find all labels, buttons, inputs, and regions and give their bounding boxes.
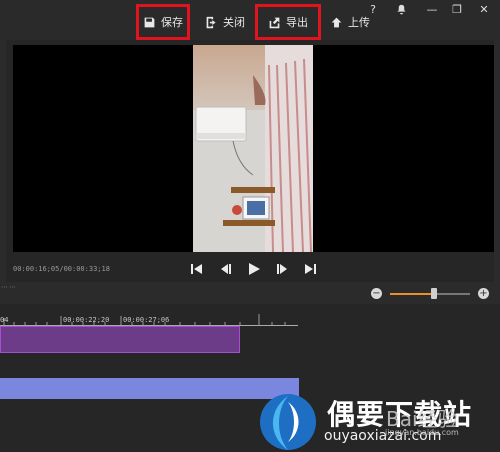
skip-end-icon bbox=[305, 264, 316, 274]
skip-start-icon bbox=[191, 264, 202, 274]
go-to-end-button[interactable] bbox=[302, 261, 318, 277]
save-label: 保存 bbox=[161, 16, 183, 29]
close-label: 关闭 bbox=[223, 16, 245, 29]
help-icon: ? bbox=[370, 2, 376, 16]
zoom-slider-fill bbox=[390, 293, 434, 295]
play-icon bbox=[249, 263, 260, 275]
play-button[interactable] bbox=[246, 261, 262, 277]
timeline-clip-audio[interactable] bbox=[0, 378, 299, 399]
close-button[interactable]: 关闭 bbox=[205, 7, 245, 37]
zoom-in-button[interactable]: + bbox=[478, 288, 489, 299]
baidu-watermark-url: jingyan.baidu.com bbox=[385, 428, 459, 437]
notifications-button[interactable] bbox=[393, 2, 409, 16]
export-label: 导出 bbox=[286, 16, 308, 29]
previous-frame-button[interactable] bbox=[218, 261, 234, 277]
close-window-icon: ✕ bbox=[479, 2, 489, 16]
watermark-logo bbox=[260, 394, 316, 450]
timeline-clip-video[interactable] bbox=[0, 326, 240, 353]
upload-cloud-icon bbox=[331, 17, 342, 27]
zoom-out-button[interactable]: − bbox=[371, 288, 382, 299]
save-icon bbox=[144, 17, 155, 27]
save-button[interactable]: 保存 bbox=[136, 4, 190, 40]
export-icon bbox=[269, 17, 280, 28]
step-forward-icon bbox=[277, 264, 287, 274]
restore-icon: ❐ bbox=[452, 2, 462, 16]
video-frame bbox=[193, 45, 313, 252]
close-window-button[interactable]: ✕ bbox=[476, 2, 492, 16]
ruler-tick-label: 04 bbox=[0, 316, 9, 324]
minimize-button[interactable]: — bbox=[424, 2, 440, 16]
upload-button[interactable]: 上传 bbox=[330, 7, 370, 37]
go-to-start-button[interactable] bbox=[189, 261, 205, 277]
export-button[interactable]: 导出 bbox=[255, 4, 321, 40]
step-back-icon bbox=[221, 264, 231, 274]
next-frame-button[interactable] bbox=[274, 261, 290, 277]
zoom-slider-thumb[interactable] bbox=[431, 288, 437, 299]
ruler-tick-label: 00:00:27;06 bbox=[123, 316, 170, 324]
panel-splitter-handle[interactable]: ⋯⋯ bbox=[1, 283, 17, 291]
ruler-tick-label: 00:00:22;20 bbox=[63, 316, 110, 324]
plus-icon: + bbox=[479, 288, 488, 299]
minimize-icon: — bbox=[426, 2, 438, 16]
bell-icon bbox=[396, 4, 406, 14]
timecode-display: 00:00:16;05/00:00:33;18 bbox=[13, 265, 110, 273]
video-frame-image bbox=[193, 45, 313, 252]
close-doc-icon bbox=[206, 16, 216, 28]
restore-button[interactable]: ❐ bbox=[449, 2, 465, 16]
upload-label: 上传 bbox=[348, 16, 370, 29]
minus-icon: − bbox=[372, 288, 381, 299]
help-button[interactable]: ? bbox=[365, 2, 381, 16]
